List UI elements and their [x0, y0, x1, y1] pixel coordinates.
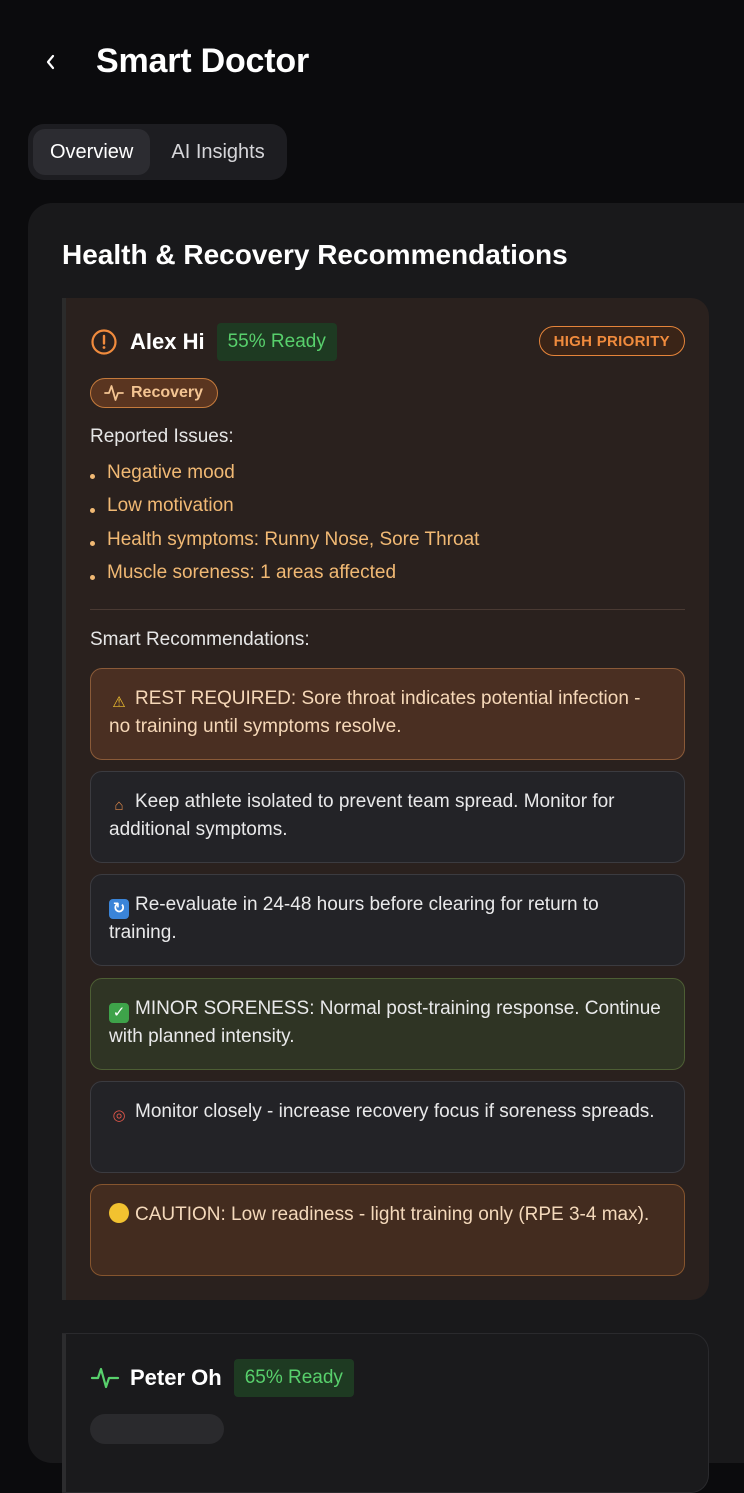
readiness-badge: 65% Ready [233, 1359, 354, 1397]
divider [90, 609, 685, 610]
recommendation-text: REST REQUIRED: Sore throat indicates pot… [109, 688, 641, 737]
recommendation-card: ⚠ REST REQUIRED: Sore throat indicates po… [90, 668, 685, 760]
recommendation-text: Keep athlete isolated to prevent team sp… [109, 791, 615, 840]
issues-list: Negative mood Low motivation Health symp… [90, 456, 479, 590]
alert-circle-icon [91, 329, 117, 355]
priority-badge: HIGH PRIORITY [538, 326, 685, 356]
readiness-badge: 55% Ready [216, 323, 337, 361]
recommendation-card: ◎ Monitor closely - increase recovery foc… [90, 1081, 685, 1173]
issue-text: Negative mood [107, 461, 235, 483]
header: Smart Doctor [0, 0, 744, 120]
recommendations-panel: Health & Recovery Recommendations Alex H… [28, 203, 744, 1493]
athlete-card: Alex Hi 55% Ready HIGH PRIORITY Recovery… [62, 298, 709, 1300]
recommendation-card: ↻ Re-evaluate in 24-48 hours before clear… [90, 874, 685, 966]
recommendation-text: Re-evaluate in 24-48 hours before cleari… [109, 894, 599, 943]
recommendations-label: Smart Recommendations: [90, 629, 310, 650]
recommendation-card: ⌂ Keep athlete isolated to prevent team s… [90, 771, 685, 863]
recommendation-text: MINOR SORENESS: Normal post-training res… [109, 998, 661, 1047]
category-badge: Recovery [90, 378, 219, 408]
page-title: Smart Doctor [96, 42, 309, 80]
bullet-icon [90, 507, 95, 513]
tab-bar: Overview AI Insights [28, 124, 287, 180]
tab-overview[interactable]: Overview [33, 129, 151, 175]
athlete-name: Peter Oh [130, 1365, 222, 1390]
bullet-icon [90, 474, 95, 480]
recommendation-text: CAUTION: Low readiness - light training … [135, 1204, 650, 1225]
issue-text: Low motivation [107, 495, 234, 517]
athlete-name: Alex Hi [130, 329, 205, 354]
chevron-left-icon [46, 54, 55, 70]
issue-text: Muscle soreness: 1 areas affected [107, 562, 397, 584]
tab-ai-insights[interactable]: AI Insights [154, 129, 281, 175]
target-icon: ◎ [112, 1107, 126, 1124]
warning-icon: ⚠ [112, 694, 126, 711]
list-item: Low motivation [90, 490, 479, 524]
list-item: Muscle soreness: 1 areas affected [90, 557, 479, 591]
refresh-icon: ↻ [109, 899, 129, 919]
category-label: Recovery [131, 384, 204, 401]
issues-label: Reported Issues: [90, 426, 234, 447]
list-item: Health symptoms: Runny Nose, Sore Throat [90, 523, 479, 557]
athlete-header: Peter Oh 65% Ready [90, 1358, 354, 1398]
back-button[interactable] [34, 44, 68, 80]
recommendation-card: CAUTION: Low readiness - light training … [90, 1184, 685, 1276]
activity-icon [104, 385, 124, 401]
recommendation-text: Monitor closely - increase recovery focu… [135, 1101, 655, 1122]
panel-title: Health & Recovery Recommendations [62, 239, 568, 270]
category-badge [90, 1414, 224, 1444]
yellow-circle-icon [109, 1203, 129, 1223]
check-icon: ✓ [109, 1003, 129, 1023]
activity-icon [90, 1367, 120, 1389]
athlete-card: Peter Oh 65% Ready [62, 1333, 709, 1493]
recommendation-card: ✓ MINOR SORENESS: Normal post-training re… [90, 978, 685, 1070]
issue-text: Health symptoms: Runny Nose, Sore Throat [107, 528, 480, 550]
bullet-icon [90, 541, 95, 547]
list-item: Negative mood [90, 456, 479, 490]
bullet-icon [90, 574, 95, 580]
athlete-header: Alex Hi 55% Ready [90, 322, 337, 362]
house-icon: ⌂ [114, 797, 124, 814]
